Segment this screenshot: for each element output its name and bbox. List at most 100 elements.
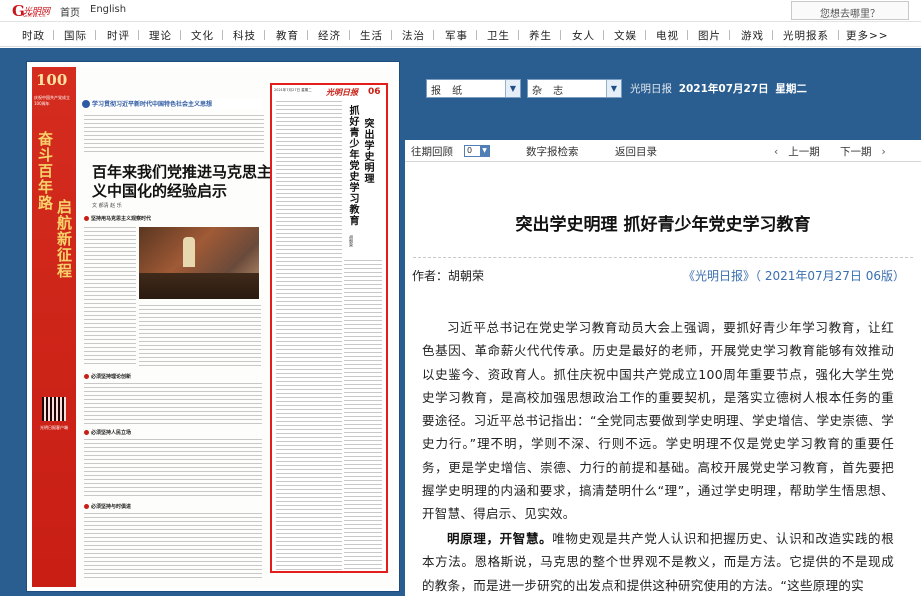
nav-item-politics[interactable]: 时政: [22, 28, 45, 43]
anniversary-strip: 100 庆祝中国共产党成立100周年 奋斗百年路 启航新征程 光明日报客户端: [32, 67, 76, 587]
issue-date: 2021年07月27日: [678, 83, 769, 95]
chevron-left-icon: ‹: [774, 146, 779, 158]
nav-item-theory[interactable]: 理论: [149, 28, 172, 43]
nav-item-life[interactable]: 生活: [360, 28, 383, 43]
english-link[interactable]: English: [90, 4, 126, 15]
subhead: 坚持用马克思主义观察时代: [91, 216, 152, 222]
nav-item-women[interactable]: 女人: [572, 28, 595, 43]
magazine-select[interactable]: 杂 志 ▼: [527, 79, 622, 98]
nav-item-world[interactable]: 国际: [64, 28, 87, 43]
nav-divider: [264, 30, 265, 40]
prev-issue-link[interactable]: ‹ 上一期: [774, 144, 820, 159]
logo-sub: GMW.cn: [23, 13, 47, 19]
nav-divider: [603, 30, 604, 40]
nav-item-culture[interactable]: 文化: [191, 28, 214, 43]
crowd-shape: [139, 273, 259, 299]
past-issues-value: 0: [467, 146, 473, 155]
nav-divider: [349, 30, 350, 40]
nav-divider: [645, 30, 646, 40]
column-page-number: 06: [368, 87, 381, 97]
section-header-text: 学习贯彻习近平新时代中国特色社会主义思想: [92, 101, 213, 108]
nav-item-gmw-papers[interactable]: 光明报系: [783, 28, 829, 43]
page-photo: [139, 227, 259, 299]
chevron-right-icon: ›: [881, 146, 886, 158]
nav-item-military[interactable]: 军事: [445, 28, 468, 43]
strip-slogan-1: 奋斗百年路: [36, 131, 54, 211]
site-logo[interactable]: G 光明网 GMW.cn: [12, 2, 52, 20]
nav-divider: [729, 30, 730, 40]
article-paragraph: 习近平总书记在党史学习教育动员大会上强调，要抓好青少年学习教育，让红色基因、革命…: [422, 320, 894, 522]
page-thumbnail[interactable]: 100 庆祝中国共产党成立100周年 奋斗百年路 启航新征程 光明日报客户端 学…: [32, 67, 394, 587]
nav-item-commentary[interactable]: 时评: [107, 28, 130, 43]
nav-item-health[interactable]: 卫生: [487, 28, 510, 43]
past-issues-link[interactable]: 往期回顾: [411, 144, 453, 159]
body-text-block: [84, 439, 262, 499]
statue-shape: [183, 237, 195, 267]
nav-item-education[interactable]: 教育: [276, 28, 299, 43]
nav-divider: [53, 30, 54, 40]
nav-divider: [433, 30, 434, 40]
subhead: 必须坚持与时俱进: [91, 504, 132, 510]
page-thumbnail-frame: 100 庆祝中国共产党成立100周年 奋斗百年路 启航新征程 光明日报客户端 学…: [26, 61, 400, 592]
anniversary-number: 100: [36, 71, 68, 89]
nav-divider: [687, 30, 688, 40]
issue-weekday: 星期二: [775, 83, 807, 95]
nav-divider: [391, 30, 392, 40]
column-title-2: 抓好青少年党史学习教育: [347, 105, 358, 226]
anniversary-caption: 庆祝中国共产党成立100周年: [34, 95, 70, 106]
article-title: 突出学史明理 抓好青少年党史学习教育: [515, 215, 811, 235]
column-date: 2021年7月27日 星期二: [274, 88, 312, 92]
article-panel: 往期回顾 0 ▼ 数字报检索 返回目录 ‹ 上一期 下一期 › 突出学史明理 抓好青…: [405, 140, 921, 596]
page-byline: 文 郝清 赵 乐: [92, 203, 122, 209]
nav-item-economy[interactable]: 经济: [318, 28, 341, 43]
newspaper-select[interactable]: 报 纸 ▼: [426, 79, 521, 98]
issue-paper-name: 光明日报: [630, 83, 672, 95]
next-issue-label: 下一期: [840, 146, 872, 158]
nav-item-tv[interactable]: 电视: [656, 28, 679, 43]
nav-divider: [138, 30, 139, 40]
digital-search-link[interactable]: 数字报检索: [526, 144, 579, 159]
body-text-block: [84, 115, 264, 155]
home-link[interactable]: 首页: [60, 4, 80, 19]
nav-item-more[interactable]: 更多>>: [846, 28, 889, 43]
subhead: 必须坚持人民立场: [91, 430, 132, 436]
newspaper-select-value: 报 纸: [431, 86, 467, 97]
chevron-down-icon[interactable]: ▼: [505, 80, 520, 97]
subhead-dot-icon: [84, 430, 89, 435]
nav-divider: [307, 30, 308, 40]
body-text-block: [276, 101, 342, 571]
chevron-down-icon[interactable]: ▼: [480, 146, 489, 156]
article-author: 作者：胡朝荣: [412, 269, 485, 283]
article-source-link[interactable]: 《光明日报》（ 2021年07月27日 06版）: [655, 267, 905, 285]
body-text-block: [84, 513, 262, 579]
body-text-block: [84, 227, 136, 367]
nav-item-law[interactable]: 法治: [402, 28, 425, 43]
page-headline[interactable]: 百年来我们党推进马克思主义中国化的经验启示: [92, 163, 272, 201]
top-bar: G 光明网 GMW.cn 首页 English 您想去哪里？: [0, 0, 921, 22]
prev-issue-label: 上一期: [788, 146, 820, 158]
nav-item-entertainment[interactable]: 文娱: [614, 28, 637, 43]
article-paragraph: 明原理，开智慧。唯物史观是共产党人认识和把握历史、认识和改造实践的根本方法。恩格…: [422, 527, 894, 596]
nav-item-tech[interactable]: 科技: [233, 28, 256, 43]
back-to-toc-link[interactable]: 返回目录: [615, 144, 657, 159]
section-header: 学习贯彻习近平新时代中国特色社会主义思想: [82, 99, 262, 109]
site-search-input[interactable]: 您想去哪里？: [791, 1, 909, 20]
nav-item-photos[interactable]: 图片: [698, 28, 721, 43]
nav-divider: [95, 30, 96, 40]
channel-nav: 时政 国际 时评 理论 文化 科技 教育 经济 生活 法治 军事 卫生 养生 女…: [0, 23, 921, 47]
nav-divider: [772, 30, 773, 40]
body-text-block: [84, 383, 262, 425]
selected-article-region[interactable]: 2021年7月27日 星期二 光明日报 06 突出学史明理 抓好青少年党史学习教…: [270, 83, 388, 573]
nav-item-wellness[interactable]: 养生: [529, 28, 552, 43]
nav-divider: [838, 30, 839, 40]
column-masthead: 2021年7月27日 星期二 光明日报 06: [274, 87, 384, 99]
nav-item-games[interactable]: 游戏: [741, 28, 764, 43]
nav-divider: [180, 30, 181, 40]
subhead-dot-icon: [84, 216, 89, 221]
next-issue-link[interactable]: 下一期 ›: [840, 144, 886, 159]
chevron-down-icon[interactable]: ▼: [606, 80, 621, 97]
past-issues-select[interactable]: 0 ▼: [464, 145, 490, 157]
meta-divider: [413, 257, 913, 258]
column-title-1: 突出学史明理: [362, 118, 373, 184]
nav-divider: [222, 30, 223, 40]
